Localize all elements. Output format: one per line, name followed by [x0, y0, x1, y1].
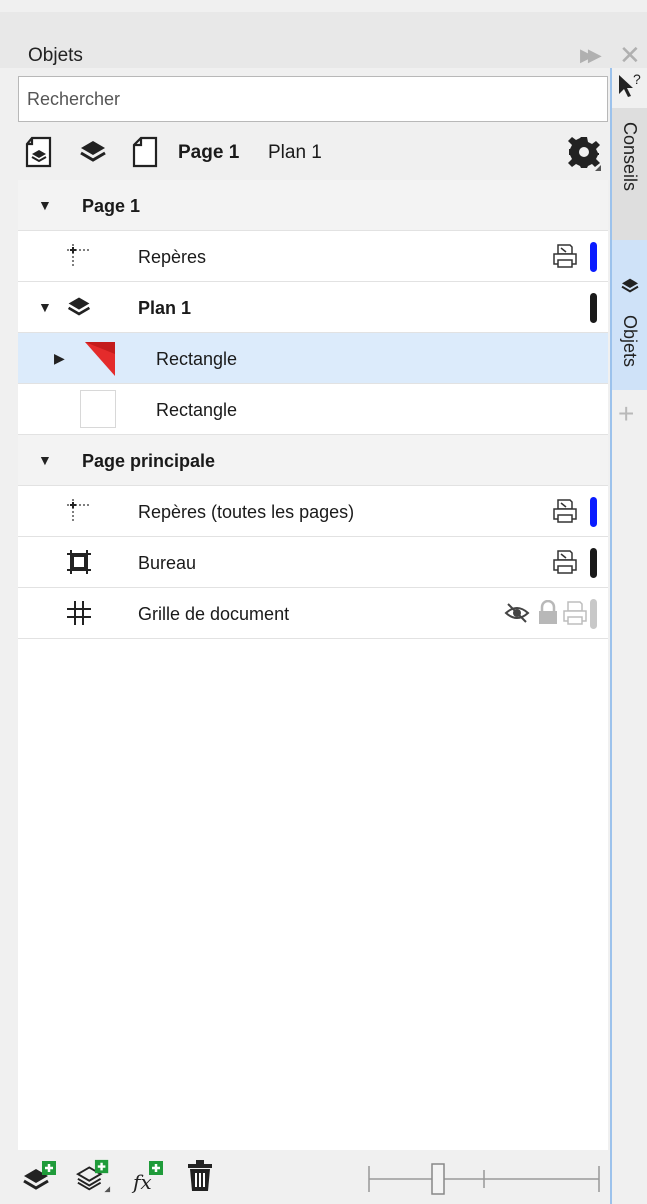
master-page-label: Page principale	[82, 451, 216, 471]
collapse-arrow-icon[interactable]: ▼	[38, 299, 52, 315]
tree-row-rectangle-white[interactable]: Rectangle	[18, 384, 608, 435]
delete-icon[interactable]	[182, 1158, 218, 1194]
tab-objets-label: Objets	[620, 315, 640, 368]
tree-row-layer-1[interactable]: ▼ Plan 1	[18, 282, 608, 333]
collapse-arrow-icon[interactable]: ▼	[38, 197, 52, 213]
printer-icon[interactable]	[562, 600, 588, 626]
collapse-arrow-icon[interactable]: ▼	[38, 452, 52, 468]
layers-icon[interactable]	[76, 134, 110, 170]
layer-color-swatch[interactable]	[590, 548, 597, 578]
new-layer-icon[interactable]	[22, 1158, 58, 1194]
guides-icon	[62, 239, 96, 273]
tab-conseils[interactable]: Conseils	[612, 108, 647, 240]
tree-row-rectangle-red[interactable]: ▶ Rectangle	[18, 333, 608, 384]
page-view-icon[interactable]	[22, 134, 56, 170]
plus-icon[interactable]: +	[618, 398, 634, 430]
desktop-layer-icon	[62, 545, 96, 579]
guides-label: Repères	[138, 247, 207, 267]
tree-row-guides-all-pages[interactable]: Repères (toutes les pages)	[18, 486, 608, 537]
printer-icon[interactable]	[552, 243, 578, 269]
help-cursor-icon[interactable]: ?	[616, 71, 644, 100]
current-layer-label: Plan 1	[268, 142, 322, 163]
desktop-label: Bureau	[138, 553, 197, 573]
double-chevron-right-icon[interactable]: ▶▶	[580, 45, 602, 66]
docker-title: Objets	[28, 45, 83, 66]
new-master-layer-icon[interactable]	[76, 1158, 112, 1194]
guides-all-label: Repères (toutes les pages)	[138, 502, 355, 522]
thumbnail-size-slider[interactable]	[368, 1162, 600, 1196]
tree-row-master-page[interactable]: ▼ Page principale	[18, 435, 608, 486]
close-icon[interactable]: ✕	[619, 40, 641, 71]
printer-icon[interactable]	[552, 549, 578, 575]
bottom-toolbar: fx	[18, 1150, 608, 1204]
current-page-label: Page 1	[178, 142, 240, 163]
tree-row-document-grid[interactable]: Grille de document	[18, 588, 608, 639]
tree-row-desktop[interactable]: Bureau	[18, 537, 608, 588]
new-effect-icon[interactable]: fx	[130, 1158, 166, 1194]
printer-icon[interactable]	[552, 498, 578, 524]
lock-icon[interactable]	[536, 599, 560, 626]
search-input[interactable]	[18, 76, 608, 122]
docker-title-bar: Objets ▶▶ ✕	[0, 12, 647, 71]
svg-text:?: ?	[633, 72, 641, 87]
eye-hidden-icon[interactable]	[504, 600, 530, 626]
grid-label: Grille de document	[138, 604, 290, 624]
layer-color-swatch[interactable]	[590, 242, 597, 272]
objects-toolbar: Page 1 Plan 1	[18, 126, 608, 180]
expand-arrow-icon[interactable]: ▶	[54, 350, 65, 367]
docker-side-tabs: ? Conseils Objets +	[612, 68, 647, 1204]
layer-color-swatch[interactable]	[590, 599, 597, 629]
guides-icon	[62, 494, 96, 528]
layers-icon	[62, 290, 96, 324]
rectangle-thumbnail	[80, 390, 116, 428]
object-label: Rectangle	[156, 400, 238, 420]
objects-tree: ▼ Page 1 Repères ▼ Plan 1 ▶ Rectangle Re…	[18, 180, 608, 1150]
page-label: Page 1	[82, 196, 141, 216]
tree-row-guides[interactable]: Repères	[18, 231, 608, 282]
tab-objets[interactable]: Objets	[612, 240, 647, 390]
gear-icon[interactable]	[566, 134, 606, 174]
rectangle-thumbnail	[80, 338, 120, 378]
svg-text:fx: fx	[131, 1170, 152, 1193]
tab-conseils-label: Conseils	[620, 122, 640, 192]
page-icon[interactable]	[128, 134, 162, 170]
layer-label: Plan 1	[138, 298, 192, 318]
layers-icon	[620, 276, 640, 301]
object-label: Rectangle	[156, 349, 238, 369]
grid-icon	[62, 596, 96, 630]
tree-row-page-1[interactable]: ▼ Page 1	[18, 180, 608, 231]
layer-color-swatch[interactable]	[590, 293, 597, 323]
layer-color-swatch[interactable]	[590, 497, 597, 527]
